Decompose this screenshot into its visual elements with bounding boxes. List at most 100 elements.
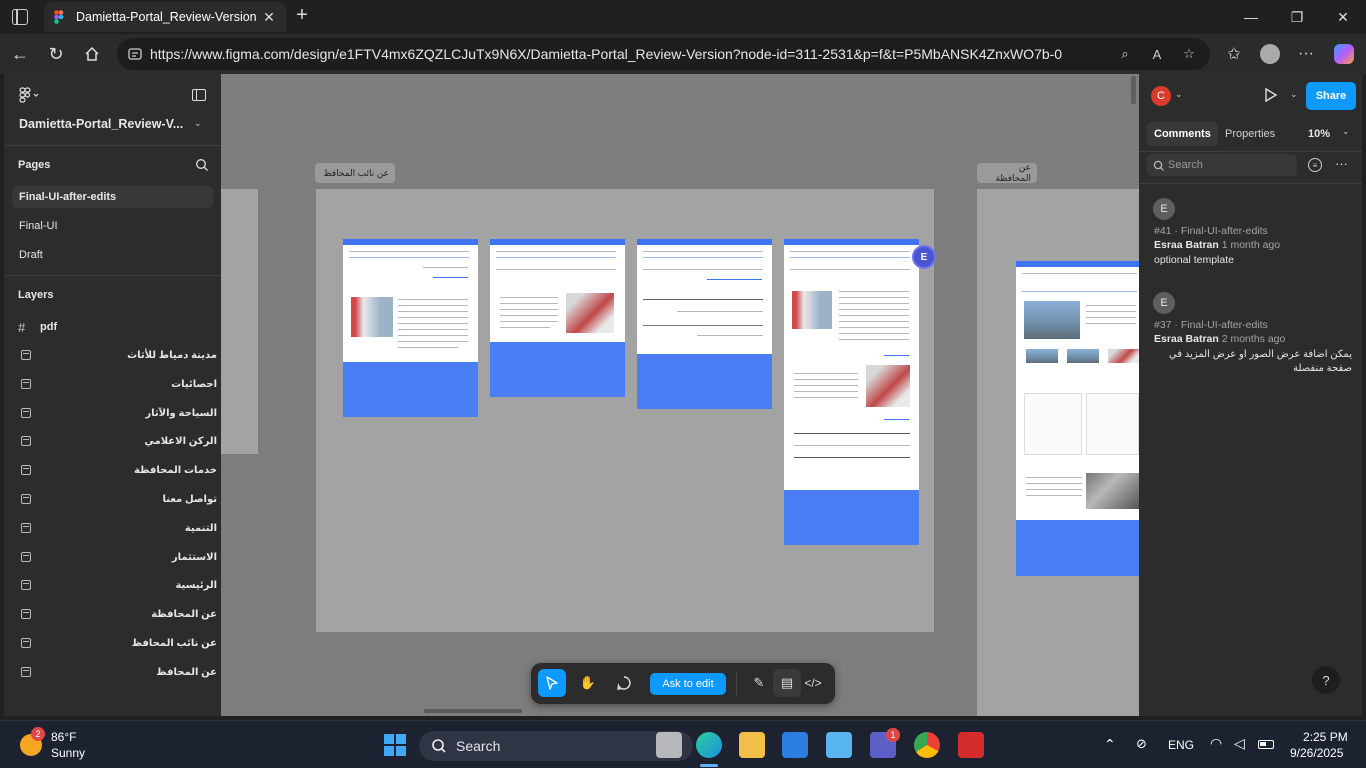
divider bbox=[1139, 183, 1362, 184]
control-panel-icon[interactable] bbox=[826, 732, 852, 758]
frame-icon bbox=[21, 580, 31, 590]
dev-mode-layout-icon[interactable]: ▤ bbox=[773, 669, 801, 697]
layer-item[interactable]: السياحة والآثار bbox=[16, 403, 217, 423]
chevron-down-icon[interactable]: ⌄ bbox=[1290, 89, 1298, 100]
volume-icon[interactable]: ◁ bbox=[1234, 735, 1245, 752]
close-tab-icon[interactable]: ✕ bbox=[260, 9, 278, 26]
file-explorer-icon[interactable] bbox=[739, 732, 765, 758]
file-name[interactable]: Damietta-Portal_Review-V... bbox=[19, 117, 183, 131]
copilot-icon[interactable] bbox=[1330, 40, 1358, 68]
clock-date[interactable]: 9/26/2025 bbox=[1290, 746, 1343, 760]
comment-tool-icon[interactable] bbox=[610, 669, 638, 697]
close-window-icon[interactable]: ✕ bbox=[1320, 0, 1366, 34]
tab-title: Damietta-Portal_Review-Version – bbox=[76, 10, 260, 24]
browser-tab-active[interactable]: Damietta-Portal_Review-Version – ✕ bbox=[44, 2, 286, 32]
frame-partial-left[interactable] bbox=[221, 189, 258, 454]
hand-tool-icon[interactable]: ✋ bbox=[574, 669, 602, 697]
layer-item[interactable]: التنمية bbox=[16, 518, 217, 538]
layer-item[interactable]: عن المحافظة bbox=[16, 604, 217, 624]
frame-icon bbox=[21, 408, 31, 418]
chevron-down-icon[interactable]: ⌄ bbox=[194, 118, 202, 129]
edge-browser-icon[interactable] bbox=[696, 732, 722, 758]
ask-to-edit-button[interactable]: Ask to edit bbox=[650, 673, 726, 695]
horizontal-scrollbar[interactable] bbox=[424, 709, 522, 713]
page-mockup[interactable] bbox=[637, 239, 772, 409]
page-mockup[interactable] bbox=[490, 239, 625, 397]
home-icon[interactable] bbox=[78, 40, 106, 68]
move-tool-icon[interactable] bbox=[538, 669, 566, 697]
page-draft[interactable]: Draft bbox=[12, 244, 213, 266]
refresh-icon[interactable]: ↻ bbox=[42, 40, 70, 68]
more-options-icon[interactable]: ··· bbox=[1335, 156, 1348, 171]
layer-item[interactable]: مدينة دمياط للأثاث bbox=[16, 345, 217, 365]
frame-icon bbox=[21, 379, 31, 389]
draw-tool-icon[interactable]: ✎ bbox=[745, 669, 773, 697]
layer-item[interactable]: الركن الاعلامي bbox=[16, 431, 217, 451]
tab-comments[interactable]: Comments bbox=[1147, 122, 1218, 146]
taskbar-search-label: Search bbox=[456, 738, 501, 754]
minimize-icon[interactable]: — bbox=[1228, 0, 1274, 34]
maximize-icon[interactable]: ❐ bbox=[1274, 0, 1320, 34]
zoom-level[interactable]: 10% bbox=[1308, 128, 1330, 140]
page-final-ui[interactable]: Final-UI bbox=[12, 215, 213, 237]
layer-item[interactable]: الاستثمار bbox=[16, 547, 217, 567]
clock-time[interactable]: 2:25 PM bbox=[1303, 730, 1348, 744]
favorite-star-icon[interactable]: ☆ bbox=[1181, 46, 1197, 62]
show-hidden-icons-icon[interactable]: ⌃ bbox=[1104, 736, 1116, 753]
search-pages-icon[interactable] bbox=[195, 158, 209, 177]
chevron-down-icon[interactable]: ⌄ bbox=[1342, 126, 1350, 137]
figma-main-menu-icon[interactable] bbox=[19, 87, 41, 103]
address-bar[interactable]: https://www.figma.com/design/e1FTV4mx6ZQ… bbox=[117, 38, 1210, 70]
battery-icon[interactable] bbox=[1258, 740, 1274, 749]
microsoft-store-icon[interactable] bbox=[782, 732, 808, 758]
profile-avatar-icon[interactable] bbox=[1256, 40, 1284, 68]
zoom-icon[interactable]: ⌕ bbox=[1117, 46, 1133, 62]
windows-taskbar: 2 86°F Sunny Search 1 ⌃ ⊘ ENG ◠ ◁ 2:25 P… bbox=[0, 720, 1366, 768]
vertical-scrollbar[interactable] bbox=[1131, 76, 1136, 104]
page-mockup[interactable] bbox=[1016, 261, 1139, 576]
layer-item[interactable]: عن المحافظ bbox=[16, 662, 217, 682]
favorites-icon[interactable]: ✩ bbox=[1220, 40, 1248, 68]
read-aloud-icon[interactable]: A bbox=[1149, 46, 1165, 62]
language-indicator[interactable]: ENG bbox=[1168, 738, 1194, 752]
more-menu-icon[interactable]: ··· bbox=[1292, 40, 1320, 68]
chevron-down-icon[interactable]: ⌄ bbox=[1175, 89, 1183, 100]
wifi-icon[interactable]: ◠ bbox=[1210, 735, 1222, 752]
root-layer[interactable]: # pdf bbox=[18, 318, 213, 336]
task-view-icon[interactable] bbox=[656, 732, 682, 758]
taskbar-search[interactable]: Search bbox=[419, 731, 693, 761]
layer-item[interactable]: عن نائب المحافظ bbox=[16, 633, 217, 653]
toggle-sidebar-icon[interactable] bbox=[192, 89, 206, 101]
bottom-toolbar: ✋ Ask to edit ✎ ▤ </> bbox=[531, 663, 835, 704]
layer-item[interactable]: تواصل معنا bbox=[16, 489, 217, 509]
comments-search-input[interactable]: Search bbox=[1147, 154, 1297, 176]
frame-label[interactable]: عن نائب المحافظ bbox=[315, 163, 395, 183]
weather-desc[interactable]: Sunny bbox=[51, 746, 85, 760]
present-play-icon[interactable] bbox=[1264, 87, 1278, 108]
collaborator-avatar[interactable]: E bbox=[912, 245, 936, 269]
tab-actions-icon[interactable] bbox=[12, 9, 28, 25]
tab-properties[interactable]: Properties bbox=[1218, 122, 1282, 146]
weather-temp[interactable]: 86°F bbox=[51, 730, 76, 744]
filter-icon[interactable]: ≡ bbox=[1308, 158, 1322, 172]
layer-item[interactable]: خدمات المحافظة bbox=[16, 460, 217, 480]
back-icon[interactable]: ← bbox=[6, 40, 34, 68]
site-info-icon[interactable] bbox=[127, 46, 143, 62]
page-final-ui-after-edits[interactable]: Final-UI-after-edits bbox=[12, 186, 213, 208]
layer-item[interactable]: احصائيات bbox=[16, 374, 217, 394]
page-mockup[interactable] bbox=[784, 239, 919, 545]
design-canvas[interactable]: عن نائب المحافظ عن المحافظة E bbox=[221, 74, 1139, 716]
frame-label[interactable]: عن المحافظة bbox=[977, 162, 1037, 183]
windows-start-icon[interactable] bbox=[384, 734, 406, 756]
page-mockup[interactable] bbox=[343, 239, 478, 417]
pages-heading: Pages bbox=[18, 159, 51, 171]
new-tab-icon[interactable]: + bbox=[292, 5, 312, 25]
chrome-icon[interactable] bbox=[914, 732, 940, 758]
layer-item[interactable]: الرئيسية bbox=[16, 575, 217, 595]
network-status-icon[interactable]: ⊘ bbox=[1136, 736, 1147, 752]
code-icon[interactable]: </> bbox=[799, 669, 827, 697]
share-button[interactable]: Share bbox=[1306, 82, 1356, 110]
help-button[interactable]: ? bbox=[1312, 666, 1340, 694]
acrobat-icon[interactable] bbox=[958, 732, 984, 758]
user-avatar[interactable]: C bbox=[1151, 86, 1171, 106]
